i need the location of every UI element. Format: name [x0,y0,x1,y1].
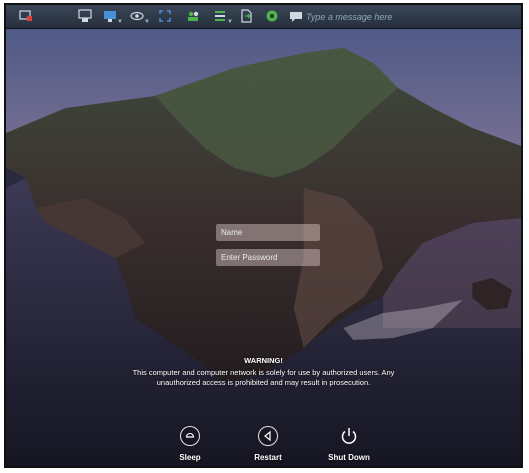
restart-icon [258,426,278,446]
warning-text-line: This computer and computer network is so… [132,368,395,377]
remote-session-window: ▼ ▼ ▼ Type a message here Name WARNING! … [4,3,523,468]
power-icon [339,426,359,446]
message-input[interactable] [306,9,516,24]
transfer-icon[interactable] [78,9,92,23]
warning-text-line: unauthorized access is prohibited and ma… [156,378,371,387]
restart-label: Restart [254,453,282,462]
view-icon[interactable] [130,9,144,23]
fullscreen-icon[interactable] [158,9,172,23]
sleep-icon [180,426,200,446]
sleep-button[interactable]: Sleep [160,426,220,462]
chevron-down-icon[interactable]: ▼ [117,19,123,25]
panel-icon[interactable] [213,9,227,23]
file-transfer-icon[interactable] [239,9,253,23]
users-icon[interactable] [186,9,200,23]
desktop-wallpaper [6,28,521,466]
shut-down-button[interactable]: Shut Down [319,426,379,462]
restart-button[interactable]: Restart [238,426,298,462]
chevron-down-icon[interactable]: ▼ [144,19,150,25]
shut-down-label: Shut Down [328,453,370,462]
warning-title: WARNING! [244,356,283,365]
login-screen: WARNING! This computer and computer netw… [6,28,521,466]
chevron-down-icon[interactable]: ▼ [227,19,233,25]
password-field[interactable] [216,249,320,266]
record-icon[interactable] [265,9,279,23]
chat-icon [289,10,303,22]
name-field[interactable] [216,224,320,241]
remote-screen-icon[interactable] [19,9,33,23]
sleep-label: Sleep [179,453,201,462]
monitor-icon[interactable] [103,9,117,23]
remote-toolbar: ▼ ▼ ▼ [6,5,521,29]
